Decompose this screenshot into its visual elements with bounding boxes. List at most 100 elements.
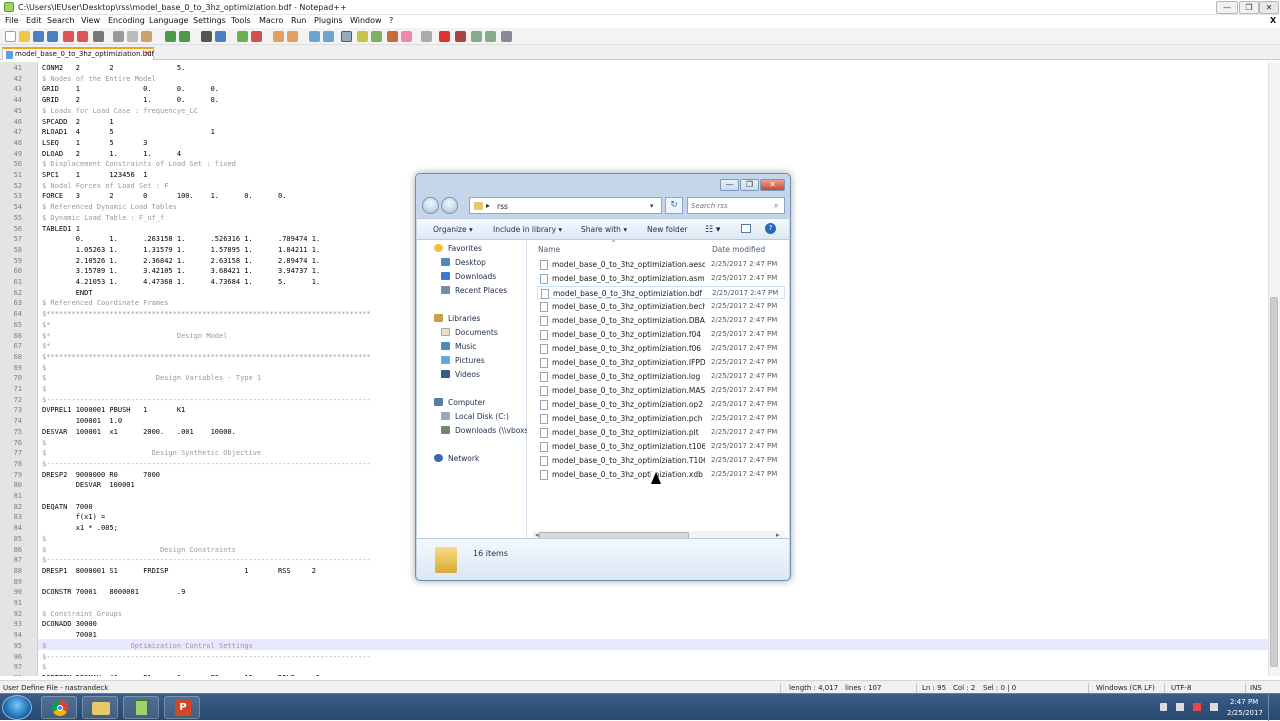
find-icon[interactable] [201,31,212,42]
file-row[interactable]: model_base_0_to_3hz_optimiziation.becho 2… [537,300,785,313]
help-icon[interactable]: ? [765,223,776,234]
paste-icon[interactable] [141,31,152,42]
file-row[interactable]: model_base_0_to_3hz_optimiziation.f06 2/2… [537,342,785,355]
file-row[interactable]: model_base_0_to_3hz_optimiziation.bdf 2/2… [537,286,785,299]
nav-favorites[interactable]: Favorites [448,244,482,253]
back-icon[interactable] [422,197,439,214]
column-date-header[interactable]: Date modified [712,245,765,254]
word-wrap-icon[interactable] [309,31,320,42]
close-all-icon[interactable] [77,31,88,42]
address-bar[interactable]: ▸ rss ▾ [469,197,662,214]
menu-macro[interactable]: Macro [259,16,283,25]
usb-icon[interactable] [1176,703,1184,711]
menu-file[interactable]: File [5,16,18,25]
include-library-button[interactable]: Include in library ▾ [493,225,562,234]
zoom-out-icon[interactable] [251,31,262,42]
volume-icon[interactable] [1210,703,1218,711]
menu-plugins[interactable]: Plugins [314,16,343,25]
redo-icon[interactable] [179,31,190,42]
explorer-maximize-button[interactable]: ❐ [740,179,759,191]
menu-search[interactable]: Search [47,16,74,25]
record-macro-icon[interactable] [439,31,450,42]
nav-music[interactable]: Music [455,342,476,351]
save-macro-icon[interactable] [501,31,512,42]
nav-libraries[interactable]: Libraries [448,314,480,323]
undo-icon[interactable] [165,31,176,42]
chrome-taskbar-icon[interactable] [41,696,77,719]
nav-recent-places[interactable]: Recent Places [455,286,507,295]
tab-document[interactable]: model_base_0_to_3hz_optimiziation.bdf ✕ [2,47,154,60]
explorer-minimize-button[interactable]: — [720,179,739,191]
menu-close-doc[interactable]: X [1270,16,1276,25]
start-button[interactable] [2,695,32,720]
file-row[interactable]: model_base_0_to_3hz_optimiziation.xdb 2/2… [537,468,785,481]
file-row[interactable]: model_base_0_to_3hz_optimiziation.asm 2/2… [537,272,785,285]
file-row[interactable]: model_base_0_to_3hz_optimiziation.IFPD..… [537,356,785,369]
search-input[interactable] [691,200,771,211]
play-multiple-icon[interactable] [485,31,496,42]
powerpoint-taskbar-icon[interactable]: P [164,696,200,719]
address-dropdown-icon[interactable]: ▾ [650,202,654,210]
menu-settings[interactable]: Settings [193,16,226,25]
nav-documents[interactable]: Documents [455,328,498,337]
file-row[interactable]: model_base_0_to_3hz_optimiziation.DBALL 2… [537,314,785,327]
menu-view[interactable]: View [81,16,100,25]
notepadpp-taskbar-icon[interactable] [123,696,159,719]
menu-run[interactable]: Run [291,16,306,25]
tray-date[interactable]: 2/25/2017 [1227,709,1263,717]
monitoring-icon[interactable] [421,31,432,42]
preview-pane-icon[interactable] [741,224,751,233]
function-list-icon[interactable] [387,31,398,42]
nav-downloads-share[interactable]: Downloads (\\vboxs [455,426,528,435]
zoom-in-icon[interactable] [237,31,248,42]
search-icon[interactable]: ⌕ [774,201,778,211]
nav-downloads[interactable]: Downloads [455,272,496,281]
copy-icon[interactable] [127,31,138,42]
file-explorer-taskbar-icon[interactable] [82,696,118,719]
view-options-icon[interactable]: ☷ ▾ [705,225,720,235]
close-button[interactable]: ✕ [1259,1,1279,14]
action-center-icon[interactable] [1193,703,1201,711]
print-icon[interactable] [93,31,104,42]
play-macro-icon[interactable] [471,31,482,42]
save-icon[interactable] [33,31,44,42]
search-box[interactable]: ⌕ [687,197,785,214]
menu-tools[interactable]: Tools [231,16,251,25]
cut-icon[interactable] [113,31,124,42]
stop-macro-icon[interactable] [455,31,466,42]
new-folder-button[interactable]: New folder [647,225,688,234]
column-name-header[interactable]: Name [538,245,560,254]
new-file-icon[interactable] [5,31,16,42]
show-all-chars-icon[interactable] [323,31,334,42]
explorer-close-button[interactable]: ✕ [760,179,785,191]
menu-language[interactable]: Language [149,16,188,25]
maximize-button[interactable]: ❐ [1239,1,1259,14]
breadcrumb-arrow-icon[interactable]: ▸ [486,201,490,210]
udl-icon[interactable] [357,31,368,42]
file-row[interactable]: model_base_0_to_3hz_optimiziation.MAS...… [537,384,785,397]
doc-map-icon[interactable] [371,31,382,42]
file-row[interactable]: model_base_0_to_3hz_optimiziation.aeso 2/… [537,258,785,271]
save-all-icon[interactable] [47,31,58,42]
share-with-button[interactable]: Share with ▾ [581,225,627,234]
forward-icon[interactable] [441,197,458,214]
nav-videos[interactable]: Videos [455,370,480,379]
menu-edit[interactable]: Edit [26,16,42,25]
nav-computer[interactable]: Computer [448,398,485,407]
organize-button[interactable]: Organize ▾ [433,225,473,234]
file-row[interactable]: model_base_0_to_3hz_optimiziation.log 2/2… [537,370,785,383]
file-row[interactable]: model_base_0_to_3hz_optimiziation.T106..… [537,454,785,467]
nav-local-disk[interactable]: Local Disk (C:) [455,412,509,421]
file-row[interactable]: model_base_0_to_3hz_optimiziation.op2 2/2… [537,398,785,411]
minimize-button[interactable]: — [1216,1,1238,14]
indent-guide-icon[interactable] [341,31,352,42]
nav-network[interactable]: Network [448,454,479,463]
file-row[interactable]: model_base_0_to_3hz_optimiziation.f04 2/2… [537,328,785,341]
tab-close-icon[interactable]: ✕ [144,49,151,58]
menu-help[interactable]: ? [389,16,393,25]
file-row[interactable]: model_base_0_to_3hz_optimiziation.plt 2/2… [537,426,785,439]
menu-window[interactable]: Window [350,16,382,25]
replace-icon[interactable] [215,31,226,42]
open-file-icon[interactable] [19,31,30,42]
tray-time[interactable]: 2:47 PM [1230,698,1258,706]
